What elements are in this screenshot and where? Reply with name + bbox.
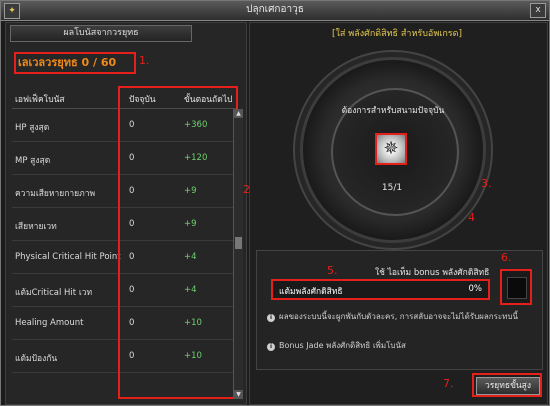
table-row: Physical Critical Hit Point 0 +4 [12, 241, 236, 274]
title-bar[interactable]: ✦ ปลุกเศกอาวุธ x [1, 1, 549, 21]
scroll-up-icon[interactable]: ▲ [234, 109, 243, 118]
row-current: 0 [129, 318, 135, 328]
info-text: ผลของระบบนี้จะผูกพันกับตัวละคร, การสลับอ… [279, 312, 518, 321]
table-row: MP สูงสุด 0 +120 [12, 142, 236, 175]
tab-martial-bonus[interactable]: ผลโบนัสจากวรยุทธ [10, 25, 192, 42]
annotation-box-7: วรยุทธขั้นสูง [472, 373, 542, 397]
row-current: 0 [129, 120, 135, 130]
close-button[interactable]: x [530, 3, 546, 18]
upgrade-panel: [ใส่ พลังศักดิสิทธิ สำหรับอัพเกรด] ต้องก… [249, 22, 548, 405]
upgrade-circle: ต้องการสำหรับสนามปัจจุบัน ✵ 15/1 3. 4 [300, 57, 492, 243]
row-effect: Physical Critical Hit Point [15, 252, 121, 262]
requirement-label: ต้องการสำหรับสนามปัจจุบัน [341, 106, 445, 116]
col-effect: เอฟเฟ็คโบนัส [15, 95, 65, 105]
info-icon: i [267, 314, 275, 322]
window-title: ปลุกเศกอาวุธ [246, 4, 304, 15]
table-row: HP สูงสุด 0 +360 [12, 109, 236, 142]
row-next: +4 [184, 285, 197, 295]
table-row: แต้มCritical Hit เวท 0 +4 [12, 274, 236, 307]
annotation-4: 4 [468, 211, 475, 224]
info-text: Bonus Jade พลังศักดิสิทธิ เพิ่มโบนัส [279, 341, 406, 350]
row-current: 0 [129, 285, 135, 295]
row-effect: แต้มCritical Hit เวท [15, 288, 93, 298]
row-effect: ความเสียหายกายภาพ [15, 189, 96, 199]
table-row: Healing Amount 0 +10 [12, 307, 236, 340]
info-line: i Bonus Jade พลังศักดิสิทธิ เพิ่มโบนัส [267, 339, 406, 352]
table-header: เอฟเฟ็คโบนัส ปัจจุบัน ขั้นตอนถัดไป [12, 88, 238, 109]
bonus-item-slot-inner [507, 277, 527, 299]
row-next: +9 [184, 186, 197, 196]
annotation-3: 3. [481, 177, 492, 190]
annotation-1: 1. [139, 54, 150, 67]
sacred-points-percent: 0% [468, 284, 483, 294]
info-line: i ผลของระบบนี้จะผูกพันกับตัวละคร, การสลับ… [267, 310, 518, 323]
row-effect: HP สูงสุด [15, 123, 50, 133]
row-next: +120 [184, 153, 208, 163]
col-current: ปัจจุบัน [129, 95, 156, 105]
row-effect: เสียหายเวท [15, 222, 57, 232]
bonus-item-slot[interactable] [500, 269, 532, 305]
row-effect: MP สูงสุด [15, 156, 51, 166]
advanced-martial-button[interactable]: วรยุทธขั้นสูง [476, 377, 540, 395]
use-bonus-item-label: ใช้ ไอเท็ม bonus พลังศักดิสิทธิ [375, 268, 490, 278]
row-next: +10 [184, 351, 202, 361]
sacred-item-slot[interactable]: ✵ [375, 133, 407, 165]
row-current: 0 [129, 186, 135, 196]
table-row: แต้มป้องกัน 0 +10 [12, 340, 236, 373]
row-effect: แต้มป้องกัน [15, 354, 58, 364]
info-icon: i [267, 343, 275, 351]
upgrade-panel-title: [ใส่ พลังศักดิสิทธิ สำหรับอัพเกรด] [332, 29, 462, 39]
annotation-5: 5. [327, 264, 338, 277]
row-next: +4 [184, 252, 197, 262]
sacred-points-bar: แต้มพลังศักดิสิทธิ 0% [271, 279, 490, 300]
annotation-6: 6. [501, 251, 512, 264]
row-next: +10 [184, 318, 202, 328]
row-current: 0 [129, 153, 135, 163]
row-next: +9 [184, 219, 197, 229]
row-effect: Healing Amount [15, 318, 84, 328]
col-next: ขั้นตอนถัดไป [184, 95, 233, 105]
sacred-emblem-icon: ✵ [383, 138, 399, 159]
sacred-points-label: แต้มพลังศักดิสิทธิ [279, 287, 343, 297]
row-current: 0 [129, 351, 135, 361]
row-next: +360 [184, 120, 208, 130]
martial-level: เลเวลวรยุทธ 0 / 60 [14, 52, 136, 74]
annotation-7: 7. [443, 377, 454, 390]
item-count: 15/1 [381, 183, 403, 193]
scrollbar[interactable]: ▲ ▼ [233, 109, 243, 399]
scroll-down-icon[interactable]: ▼ [234, 390, 243, 399]
row-current: 0 [129, 252, 135, 262]
table-row: เสียหายเวท 0 +9 [12, 208, 236, 241]
table-row: ความเสียหายกายภาพ 0 +9 [12, 175, 236, 208]
row-current: 0 [129, 219, 135, 229]
window: ✦ ปลุกเศกอาวุธ x ผลโบนัสจากวรยุทธ เลเวลว… [0, 0, 550, 406]
bonus-item-box: 5. 6. ใช้ ไอเท็ม bonus พลังศักดิสิทธิ แต… [256, 250, 543, 370]
bonus-panel: ผลโบนัสจากวรยุทธ เลเวลวรยุทธ 0 / 60 1. เ… [5, 22, 254, 405]
scroll-thumb[interactable] [235, 237, 242, 249]
